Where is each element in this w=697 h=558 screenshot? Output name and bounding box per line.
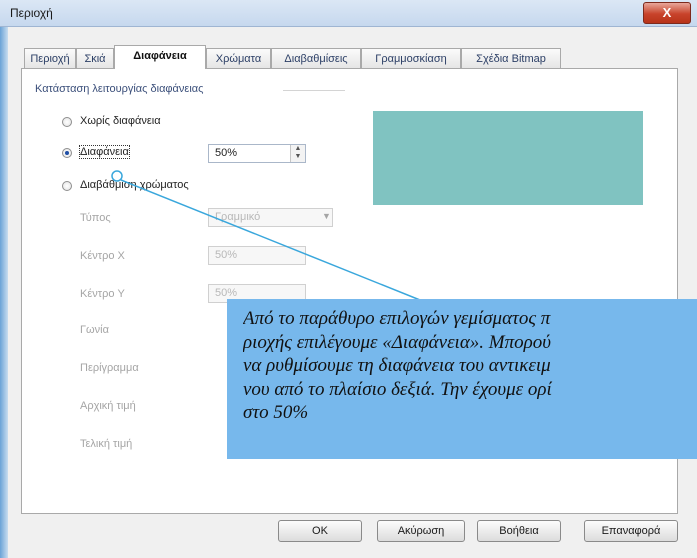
annotation-line: ριοχής επιλέγουμε «Διαφάνεια». Μπορού bbox=[243, 331, 551, 353]
annotation-line: Από το παράθυρο επιλογών γεμίσματος π bbox=[243, 308, 551, 329]
tab-transparency[interactable]: Διαφάνεια bbox=[114, 45, 206, 69]
annotation-line: νου από το πλαίσιο δεξιά. Την έχουμε ορί bbox=[243, 378, 552, 400]
annotation-text: Από το παράθυρο επιλογών γεμίσματος π ρι… bbox=[243, 307, 697, 425]
annotation-line: να ρυθμίσουμε τη διαφάνεια του αντικειμ bbox=[243, 355, 551, 376]
annotation-line: στο 50% bbox=[243, 402, 309, 423]
callout-pointer bbox=[111, 170, 421, 301]
